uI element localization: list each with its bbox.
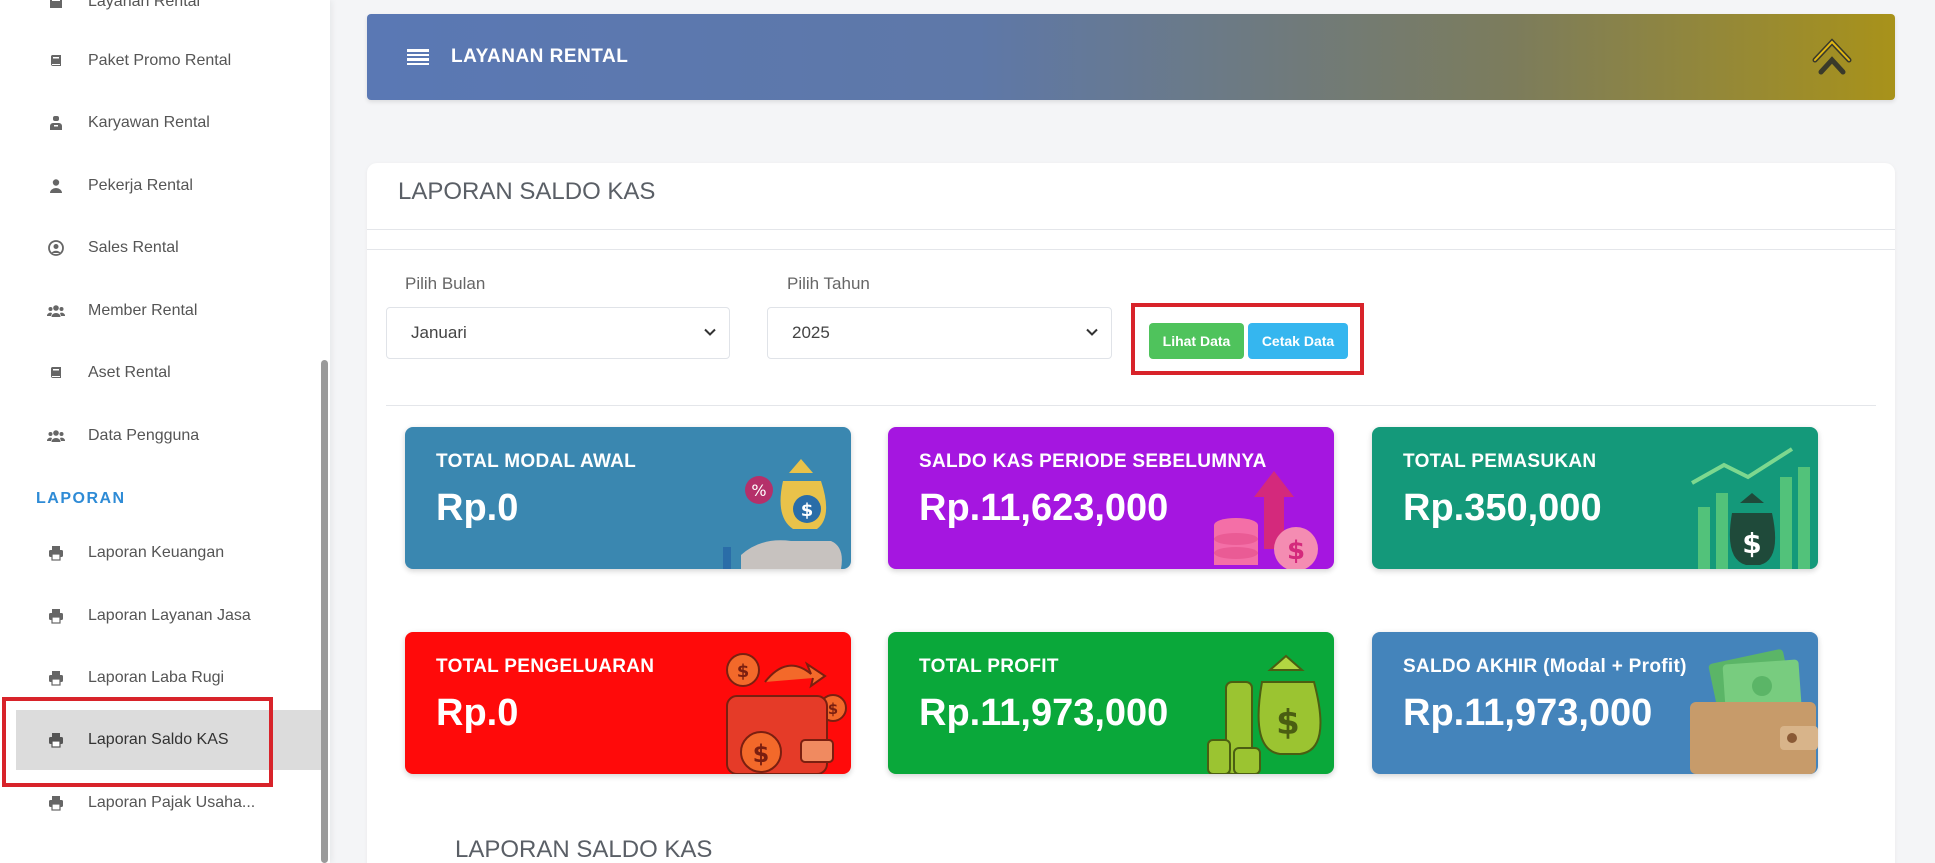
user-icon — [46, 176, 66, 196]
sidebar-item-layanan-rental[interactable]: Layanan Rental — [16, 0, 321, 32]
year-select-value: 2025 — [792, 323, 830, 342]
money-bag-coins-icon: $ — [1207, 654, 1322, 774]
sidebar-item-laporan-layanan-jasa[interactable]: Laporan Layanan Jasa — [16, 586, 321, 646]
header-title: LAYANAN RENTAL — [451, 46, 629, 67]
print-icon — [46, 543, 66, 563]
sidebar-scrollbar[interactable] — [321, 360, 328, 863]
users-icon — [46, 301, 66, 321]
month-select-value: Januari — [411, 323, 467, 342]
svg-text:$: $ — [801, 500, 814, 521]
book-icon — [46, 51, 66, 71]
year-select[interactable]: 2025 — [767, 307, 1112, 359]
stat-value: Rp.350,000 — [1403, 487, 1602, 529]
sidebar-item-label: Laporan Keuangan — [88, 544, 225, 561]
sidebar-item-data-pengguna[interactable]: Data Pengguna — [16, 406, 321, 466]
sidebar-item-label: Laporan Pajak Usaha... — [88, 794, 256, 811]
stat-value: Rp.11,973,000 — [1403, 692, 1653, 734]
svg-text:%: % — [751, 481, 766, 500]
book-icon — [46, 363, 66, 383]
sidebar-item-aset-rental[interactable]: Aset Rental — [16, 343, 321, 403]
sidebar-item-label: Laporan Laba Rugi — [88, 669, 225, 686]
coins-arrow-up-icon: $ — [1214, 471, 1318, 569]
stat-label: TOTAL PEMASUKAN — [1403, 451, 1597, 472]
sidebar-item-label: Aset Rental — [88, 364, 171, 381]
stat-label: TOTAL PENGELUARAN — [436, 656, 655, 677]
sidebar-item-label: Paket Promo Rental — [88, 52, 232, 69]
sidebar-item-paket-promo-rental[interactable]: Paket Promo Rental — [16, 31, 321, 91]
svg-text:$: $ — [828, 700, 838, 718]
print-icon — [46, 668, 66, 688]
month-label: Pilih Bulan — [405, 274, 486, 293]
card-header-divider — [367, 229, 1895, 230]
stat-value: Rp.0 — [436, 487, 519, 529]
stat-value: Rp.11,623,000 — [919, 487, 1169, 529]
logo-icon — [1812, 38, 1852, 75]
sidebar-item-label: Laporan Layanan Jasa — [88, 607, 251, 624]
stat-label: TOTAL PROFIT — [919, 656, 1059, 677]
print-icon — [46, 793, 66, 813]
stat-label: SALDO AKHIR (Modal + Profit) — [1403, 656, 1687, 677]
sidebar-item-sales-rental[interactable]: Sales Rental — [16, 218, 321, 278]
svg-text:$: $ — [753, 740, 770, 768]
svg-text:$: $ — [1276, 703, 1300, 743]
sidebar-item-member-rental[interactable]: Member Rental — [16, 281, 321, 341]
sidebar-item-label: Member Rental — [88, 302, 198, 319]
stat-saldo-kas-periode-sebelumnya: SALDO KAS PERIODE SEBELUMNYA Rp.11,623,0… — [888, 427, 1334, 569]
bottom-report-title: LAPORAN SALDO KAS — [455, 836, 713, 863]
stat-value: Rp.11,973,000 — [919, 692, 1169, 734]
stat-total-modal-awal: TOTAL MODAL AWAL Rp.0 % $ — [405, 427, 851, 569]
view-data-button[interactable]: Lihat Data — [1149, 323, 1244, 359]
svg-text:$: $ — [1287, 536, 1305, 566]
svg-text:$: $ — [1742, 527, 1761, 560]
chevron-down-icon — [1086, 328, 1098, 336]
sidebar-item-label: Layanan Rental — [88, 0, 201, 10]
wallet-cash-icon — [1690, 649, 1818, 774]
sidebar-section-laporan: LAPORAN — [36, 490, 126, 507]
sidebar-item-label: Data Pengguna — [88, 427, 200, 444]
stat-total-pengeluaran: TOTAL PENGELUARAN Rp.0 $ $ $ — [405, 632, 851, 774]
header-bar: LAYANAN RENTAL — [367, 14, 1895, 100]
card-header-divider — [367, 249, 1895, 250]
app-root: Layanan Rental Paket Promo Rental Karyaw… — [0, 0, 1935, 863]
sidebar-item-label: Sales Rental — [88, 239, 179, 256]
year-label: Pilih Tahun — [787, 274, 870, 293]
user-circle-icon — [46, 238, 66, 258]
wallet-expense-icon: $ $ $ — [726, 653, 847, 774]
user-tie-icon — [46, 113, 66, 133]
hamburger-menu-icon[interactable] — [407, 49, 429, 65]
stat-label: TOTAL MODAL AWAL — [436, 451, 637, 472]
print-icon — [46, 606, 66, 626]
stat-total-profit: TOTAL PROFIT Rp.11,973,000 $ — [888, 632, 1334, 774]
stat-value: Rp.0 — [436, 692, 519, 734]
sidebar-item-karyawan-rental[interactable]: Karyawan Rental — [16, 93, 321, 153]
sidebar-item-label: Karyawan Rental — [88, 114, 210, 131]
chevron-down-icon — [704, 328, 716, 336]
sidebar-item-laporan-keuangan[interactable]: Laporan Keuangan — [16, 523, 321, 583]
growth-money-bag-icon: $ — [1691, 447, 1810, 569]
stat-saldo-akhir: SALDO AKHIR (Modal + Profit) Rp.11,973,0… — [1372, 632, 1818, 774]
svg-text:$: $ — [737, 661, 750, 682]
highlight-box-sidebar — [2, 697, 273, 787]
filter-divider — [386, 405, 1876, 406]
stat-total-pemasukan: TOTAL PEMASUKAN Rp.350,000 $ — [1372, 427, 1818, 569]
print-data-button[interactable]: Cetak Data — [1248, 323, 1348, 359]
sidebar-item-label: Pekerja Rental — [88, 177, 193, 194]
month-select[interactable]: Januari — [386, 307, 730, 359]
sidebar-item-pekerja-rental[interactable]: Pekerja Rental — [16, 156, 321, 216]
users-icon — [46, 426, 66, 446]
box-icon — [46, 0, 66, 12]
money-bag-hand-icon: % $ — [723, 459, 842, 569]
report-title: LAPORAN SALDO KAS — [398, 178, 656, 205]
